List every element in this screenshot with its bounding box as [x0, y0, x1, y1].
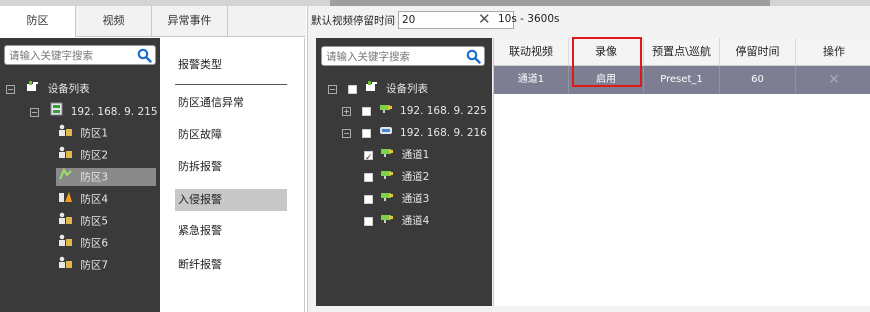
- zone-tree-root-label: 设备列表: [47, 83, 90, 95]
- collapse-icon[interactable]: −: [30, 103, 43, 121]
- device-list-icon: [365, 80, 379, 98]
- tab-video[interactable]: 视频: [76, 6, 152, 37]
- search-icon[interactable]: [137, 48, 152, 63]
- expand-icon[interactable]: +: [342, 102, 355, 120]
- camera-channel[interactable]: 通道4: [364, 212, 429, 230]
- collapse-icon[interactable]: −: [6, 80, 19, 98]
- zone-search-input[interactable]: [9, 48, 133, 63]
- search-icon[interactable]: [466, 49, 481, 64]
- camera-search-box[interactable]: [321, 46, 485, 66]
- camera-icon: [380, 168, 394, 186]
- cell-video[interactable]: 通道1: [494, 66, 569, 94]
- camera-icon: [380, 146, 394, 164]
- zone-search-box[interactable]: [4, 45, 156, 65]
- zone-tree-device[interactable]: − 192. 168. 9. 215: [30, 102, 158, 120]
- stay-time-row: 默认视频停留时间 20 ✕ 10s - 3600s: [308, 6, 870, 34]
- left-tab-bar: 防区 视频 异常事件: [0, 6, 306, 37]
- checkbox[interactable]: [364, 190, 373, 208]
- zone-item[interactable]: 防区4: [58, 190, 108, 208]
- alarm-type-item[interactable]: 断纤报警: [175, 254, 287, 276]
- zone-tree-panel: − 设备列表 − 192. 168. 9. 215 防区1 防区2 防区3 防区…: [0, 38, 160, 312]
- zone-icon: [58, 212, 73, 231]
- camera-icon: [380, 212, 394, 230]
- zone-icon: [58, 146, 73, 165]
- collapse-icon[interactable]: −: [328, 80, 341, 98]
- zone-alarm-icon: [58, 167, 73, 187]
- camera-icon: [380, 190, 394, 208]
- alarm-type-item-active[interactable]: 入侵报警: [175, 189, 287, 211]
- checkbox[interactable]: [362, 124, 372, 142]
- column-header[interactable]: 停留时间: [720, 38, 796, 66]
- tab-zone[interactable]: 防区: [0, 6, 76, 37]
- alarm-type-list: 报警类型 防区通信异常 防区故障 防拆报警 入侵报警 紧急报警 断纤报警: [161, 38, 305, 312]
- alarm-type-item[interactable]: 防拆报警: [175, 156, 287, 178]
- camera-icon: [379, 102, 393, 120]
- zone-icon: [58, 256, 73, 275]
- zone-item[interactable]: 防区5: [58, 212, 108, 230]
- alarm-type-item[interactable]: 防区故障: [175, 124, 287, 146]
- zone-item-selected[interactable]: 防区3: [56, 167, 156, 187]
- cell-stay-time[interactable]: 60: [720, 66, 796, 94]
- delete-icon[interactable]: ✕: [796, 66, 870, 94]
- zone-item[interactable]: 防区6: [58, 234, 108, 252]
- device-list-icon: [26, 80, 40, 98]
- checkbox[interactable]: [348, 80, 358, 98]
- zone-icon: [58, 124, 73, 143]
- camera-channel[interactable]: 通道1: [364, 146, 429, 167]
- camera-channel[interactable]: 通道2: [364, 168, 429, 186]
- stay-time-input[interactable]: 20: [398, 11, 514, 29]
- camera-tree-panel: − 设备列表 + 192. 168. 9. 225 − 192. 168. 9.…: [316, 38, 492, 306]
- zone-tree-root[interactable]: − 设备列表: [6, 80, 90, 98]
- checkbox[interactable]: [364, 168, 373, 186]
- divider: [175, 84, 287, 85]
- checkbox[interactable]: [364, 212, 373, 230]
- alarm-type-item[interactable]: 紧急报警: [175, 220, 287, 242]
- zone-item[interactable]: 防区7: [58, 256, 108, 274]
- checkbox[interactable]: [362, 102, 372, 120]
- camera-device[interactable]: − 192. 168. 9. 216: [342, 124, 487, 142]
- column-header[interactable]: 操作: [796, 38, 870, 66]
- link-table: 联动视频 录像 预置点\巡航 停留时间 操作 通道1 启用 Preset_1 6…: [493, 37, 870, 306]
- zone-item[interactable]: 防区1: [58, 124, 108, 142]
- cell-preset[interactable]: Preset_1: [644, 66, 720, 94]
- camera-channel[interactable]: 通道3: [364, 190, 429, 208]
- zone-icon: [58, 234, 73, 253]
- camera-device[interactable]: + 192. 168. 9. 225: [342, 102, 487, 120]
- alarm-type-heading: 报警类型: [178, 58, 222, 71]
- video-link-panel: 默认视频停留时间 20 ✕ 10s - 3600s − 设备列表 +: [307, 6, 870, 312]
- zone-tree-device-label: 192. 168. 9. 215: [70, 106, 158, 118]
- checkbox-checked[interactable]: [364, 146, 373, 167]
- clear-icon[interactable]: ✕: [478, 10, 491, 28]
- collapse-icon[interactable]: −: [342, 124, 355, 142]
- camera-tree-root[interactable]: − 设备列表: [328, 80, 428, 98]
- alarm-type-item[interactable]: 防区通信异常: [175, 92, 287, 114]
- column-header[interactable]: 联动视频: [494, 38, 569, 66]
- zone-warning-icon: [58, 190, 73, 209]
- stay-range-hint: 10s - 3600s: [498, 13, 560, 25]
- nvr-icon: [379, 124, 393, 142]
- stay-time-label: 默认视频停留时间: [311, 15, 395, 27]
- highlight-box: [572, 37, 642, 87]
- alarm-host-icon: [50, 102, 63, 122]
- column-header[interactable]: 预置点\巡航: [644, 38, 720, 66]
- tab-abnormal-events[interactable]: 异常事件: [152, 6, 228, 37]
- zone-item[interactable]: 防区2: [58, 146, 108, 164]
- camera-search-input[interactable]: [326, 49, 462, 64]
